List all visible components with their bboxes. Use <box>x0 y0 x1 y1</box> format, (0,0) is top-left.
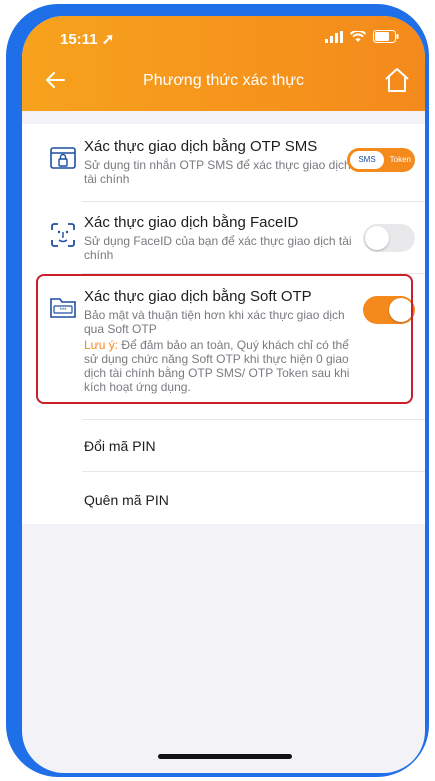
lock-screen-icon <box>50 147 76 169</box>
home-icon[interactable] <box>383 66 411 94</box>
phone-frame: 15:11 ➚ Phương thức xác thực Xác thực gi… <box>6 4 429 777</box>
otp-method-selector[interactable]: SMS Token <box>347 148 415 172</box>
battery-icon <box>373 30 399 43</box>
token-option[interactable]: Token <box>390 148 411 172</box>
option-title: Xác thực giao dịch bằng OTP SMS <box>84 138 318 155</box>
option-faceid: Xác thực giao dịch bằng FaceID Sử dụng F… <box>22 202 425 274</box>
wifi-icon <box>350 30 366 42</box>
option-title: Xác thực giao dịch bằng FaceID <box>84 214 299 231</box>
faceid-icon <box>51 223 75 247</box>
location-icon: ➚ <box>101 31 115 48</box>
status-icons <box>325 30 399 43</box>
signal-icon <box>325 30 343 43</box>
header-bar: 15:11 ➚ Phương thức xác thực <box>22 16 425 111</box>
toggle-knob <box>365 226 389 250</box>
status-time: 15:11 ➚ <box>60 31 115 48</box>
option-otp-sms: Xác thực giao dịch bằng OTP SMS Sử dụng … <box>22 124 425 202</box>
option-description: Sử dụng FaceID của bạn để xác thực giao … <box>84 234 352 262</box>
forgot-pin-row[interactable]: Quên mã PIN <box>22 472 425 524</box>
highlight-box <box>36 274 413 404</box>
page-title: Phương thức xác thực <box>143 72 304 89</box>
sms-option[interactable]: SMS <box>350 151 384 169</box>
forgot-pin-label: Quên mã PIN <box>84 492 169 508</box>
change-pin-label: Đổi mã PIN <box>84 438 156 454</box>
home-indicator <box>158 754 292 759</box>
app-screen: 15:11 ➚ Phương thức xác thực Xác thực gi… <box>22 16 425 773</box>
faceid-toggle[interactable] <box>363 224 415 252</box>
option-description: Sử dụng tin nhắn OTP SMS để xác thực gia… <box>84 158 351 186</box>
change-pin-row[interactable]: Đổi mã PIN <box>22 420 425 472</box>
